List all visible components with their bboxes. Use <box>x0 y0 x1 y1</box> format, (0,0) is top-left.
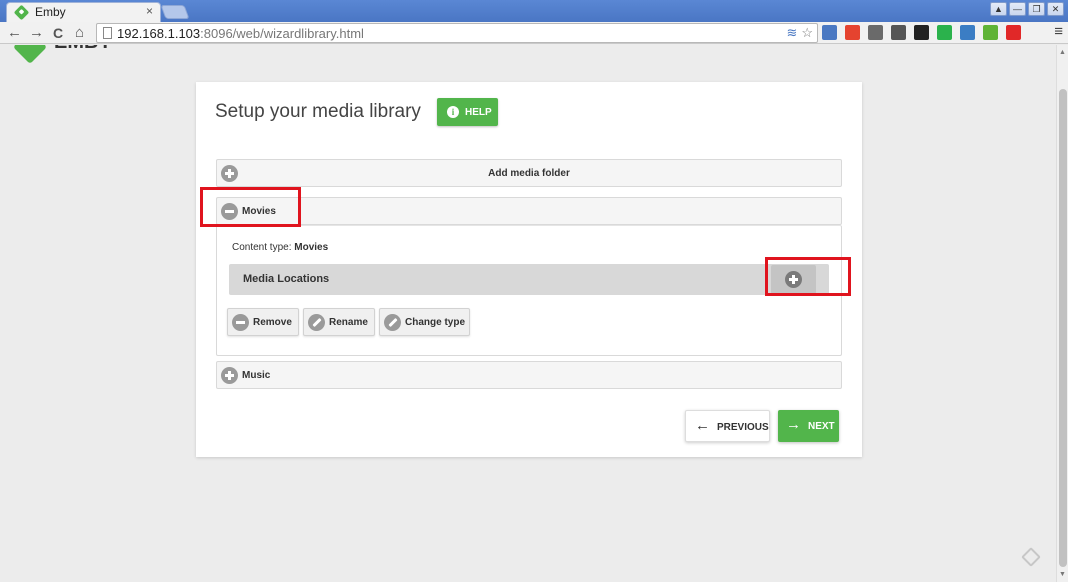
home-button[interactable]: ⌂ <box>75 24 84 42</box>
add-media-folder-button[interactable]: Add media folder <box>216 159 842 187</box>
scrollbar-thumb[interactable] <box>1059 89 1067 567</box>
browser-tab[interactable]: Emby × <box>6 2 161 22</box>
media-locations-label: Media Locations <box>243 273 330 285</box>
extension-icons <box>822 25 1021 40</box>
reload-button[interactable]: C <box>53 24 63 42</box>
help-label: HELP <box>465 107 492 118</box>
translate-ext-icon[interactable] <box>822 25 837 40</box>
add-media-folder-label: Add media folder <box>488 168 570 179</box>
vertical-scrollbar[interactable]: ▲ ▼ <box>1056 45 1068 582</box>
restore-button[interactable]: ❐ <box>1028 2 1045 16</box>
pencil-icon <box>308 314 325 331</box>
tab-title: Emby <box>35 5 66 19</box>
screen-ext-icon[interactable] <box>868 25 883 40</box>
info-icon: i <box>447 106 459 118</box>
media-locations-bar: Media Locations <box>229 264 829 295</box>
rss-icon[interactable]: ≋ <box>786 25 797 41</box>
page-title: Setup your media library <box>215 101 421 122</box>
browser-titlebar: Emby × ▲ — ❐ ✕ <box>0 0 1068 22</box>
add-location-highlight-box <box>765 257 851 296</box>
address-bar[interactable]: 192.168.1.103:8096/web/wizardlibrary.htm… <box>96 23 818 43</box>
window-controls: ▲ — ❐ ✕ <box>990 2 1064 16</box>
content-type-text: Content type: Movies <box>232 242 329 253</box>
next-button[interactable]: → NEXT <box>778 410 839 442</box>
wrench-ext-icon[interactable] <box>891 25 906 40</box>
emby-corner-icon[interactable] <box>1021 547 1041 567</box>
chrome-menu-icon[interactable]: ≡ <box>1054 23 1063 40</box>
arrow-left-icon: ← <box>695 417 710 434</box>
remove-label: Remove <box>253 317 292 328</box>
rename-button[interactable]: Rename <box>303 308 375 336</box>
content-type-value: Movies <box>294 242 329 253</box>
rename-label: Rename <box>329 317 368 328</box>
change-type-label: Change type <box>405 317 466 328</box>
remove-button[interactable]: Remove <box>227 308 299 336</box>
forward-button[interactable]: → <box>29 24 44 42</box>
user-icon[interactable]: ▲ <box>990 2 1007 16</box>
emby-logo-icon[interactable] <box>13 45 47 64</box>
flipboard-ext-icon[interactable] <box>1006 25 1021 40</box>
movies-collapsible-header[interactable]: Movies <box>216 197 842 225</box>
next-label: NEXT <box>808 421 835 432</box>
chrome-ext-icon[interactable] <box>845 25 860 40</box>
close-window-button[interactable]: ✕ <box>1047 2 1064 16</box>
arrow-right-icon: → <box>786 416 801 433</box>
url-text: 192.168.1.103:8096/web/wizardlibrary.htm… <box>117 26 364 41</box>
tab-close-icon[interactable]: × <box>146 4 153 18</box>
download-ext-icon[interactable] <box>983 25 998 40</box>
music-collapsible-header[interactable]: Music <box>216 361 842 389</box>
emby-logo-text[interactable]: EMBY <box>54 45 112 54</box>
emby-favicon-icon <box>13 4 30 21</box>
change-type-button[interactable]: Change type <box>379 308 470 336</box>
previous-button[interactable]: ← PREVIOUS <box>685 410 770 442</box>
scroll-up-icon[interactable]: ▲ <box>1059 49 1066 56</box>
layers-ext-icon[interactable] <box>914 25 929 40</box>
wizard-card: Setup your media library i HELP Add medi… <box>196 82 862 457</box>
new-tab-button[interactable] <box>160 5 190 19</box>
feedly-ext-icon[interactable] <box>937 25 952 40</box>
back-button[interactable]: ← <box>7 24 22 42</box>
movies-highlight-box <box>200 187 301 227</box>
remove-circle-icon <box>232 314 249 331</box>
page-icon <box>103 27 112 39</box>
pencil-icon <box>384 314 401 331</box>
music-label: Music <box>242 370 271 381</box>
scroll-down-icon[interactable]: ▼ <box>1059 571 1066 578</box>
minimize-button[interactable]: — <box>1009 2 1026 16</box>
movies-panel-content: Content type: Movies Media Locations Rem… <box>216 225 842 356</box>
s-ext-icon[interactable] <box>960 25 975 40</box>
page-viewport: EMBY Setup your media library i HELP Add… <box>0 45 1056 582</box>
expand-circle-icon <box>221 367 238 384</box>
bookmark-star-icon[interactable]: ☆ <box>801 25 813 41</box>
previous-label: PREVIOUS <box>717 422 769 433</box>
browser-toolbar: ← → C ⌂ 192.168.1.103:8096/web/wizardlib… <box>0 22 1068 44</box>
help-button[interactable]: i HELP <box>437 98 498 126</box>
